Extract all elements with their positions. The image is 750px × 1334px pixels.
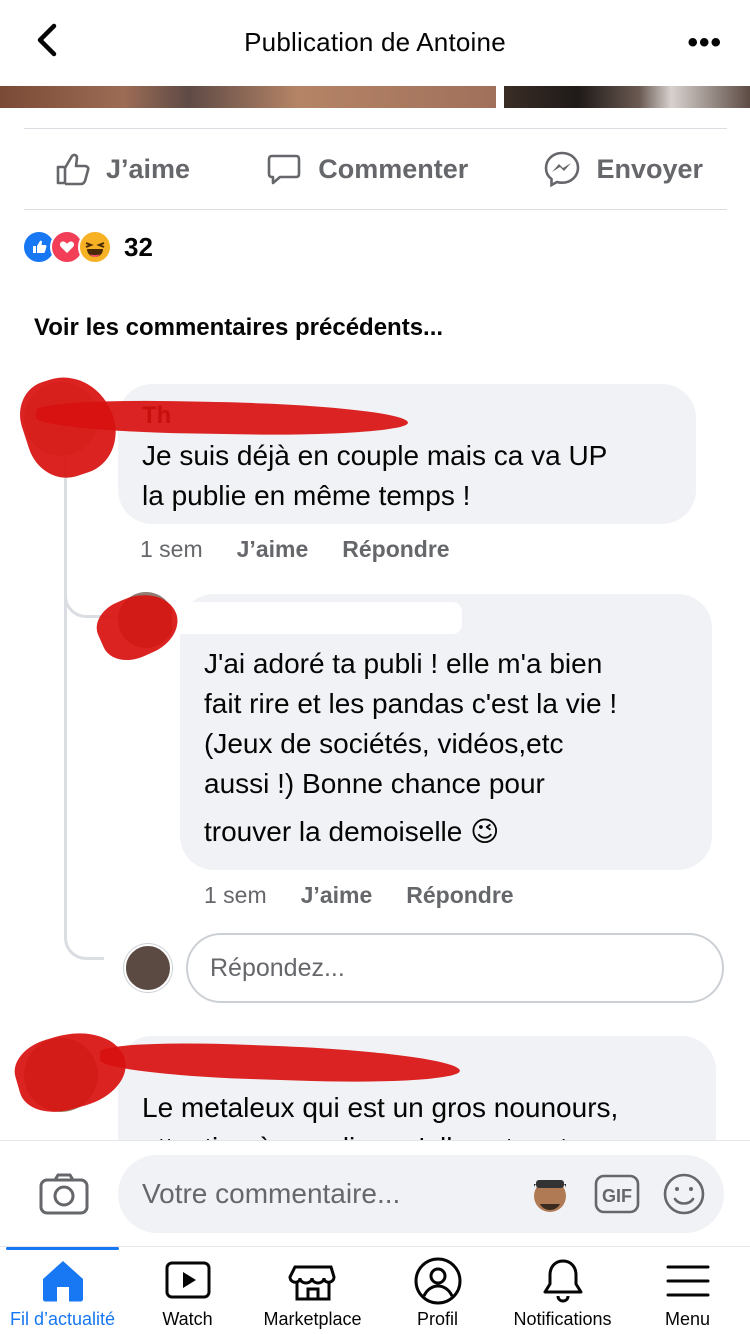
post-photo-2[interactable] <box>504 86 750 108</box>
avatar-sticker-icon[interactable] <box>528 1170 572 1218</box>
post-action-bar: J’aime Commenter Envoyer <box>24 128 727 210</box>
tab-marketplace[interactable]: Marketplace <box>250 1247 375 1334</box>
gif-label: GIF <box>602 1186 632 1206</box>
messenger-icon <box>545 151 580 188</box>
view-previous-comments-link[interactable]: Voir les commentaires précédents... <box>34 314 443 342</box>
post-photos[interactable] <box>0 86 750 110</box>
comment-text-line: (Jeux de sociétés, vidéos,etc <box>204 728 564 759</box>
comment-bubble[interactable]: J'ai adoré ta publi ! elle m'a bien fait… <box>172 594 712 870</box>
comment-input[interactable]: Votre commentaire... GIF <box>118 1155 724 1233</box>
watch-icon <box>165 1261 210 1299</box>
reaction-count[interactable]: 32 <box>124 232 153 263</box>
more-options-icon[interactable]: ••• <box>687 26 722 60</box>
tab-label: Fil d’actualité <box>9 1309 116 1329</box>
like-label: J’aime <box>106 153 191 184</box>
user-avatar[interactable] <box>124 944 172 992</box>
composer-icons: GIF <box>528 1155 706 1233</box>
comment-text-line: fait rire et les pandas c'est la vie ! <box>204 688 618 719</box>
send-label: Envoyer <box>596 153 703 184</box>
comment-text-line: Le metaleux qui est un gros nounours, <box>142 1092 619 1123</box>
comment-composer: Votre commentaire... GIF <box>0 1140 750 1248</box>
thread-line <box>64 440 104 960</box>
home-icon <box>42 1261 83 1302</box>
comment-reply-button[interactable]: Répondre <box>342 536 449 563</box>
comment-reply-button[interactable]: Répondre <box>406 882 513 909</box>
tab-label: Notifications <box>513 1309 612 1329</box>
tab-notifications[interactable]: Notifications <box>500 1247 625 1334</box>
marketplace-icon <box>287 1265 336 1301</box>
haha-reaction-icon <box>78 230 112 264</box>
tab-label: Watch <box>162 1309 213 1329</box>
send-button[interactable]: Envoyer <box>542 149 703 189</box>
comment-text-line: aussi !) Bonne chance pour <box>204 768 545 799</box>
comment-like-button[interactable]: J’aime <box>301 882 373 909</box>
comment-like-button[interactable]: J’aime <box>237 536 309 563</box>
post-photo-1[interactable] <box>0 86 496 108</box>
menu-icon <box>666 1265 709 1297</box>
comment-text-line: Je suis déjà en couple mais ca va UP <box>142 440 608 471</box>
tab-label: Marketplace <box>263 1309 362 1329</box>
emoji-picker-icon[interactable] <box>662 1172 706 1216</box>
tab-label: Profil <box>416 1309 458 1329</box>
comment-icon <box>267 154 301 185</box>
reaction-summary[interactable]: 32 <box>22 230 153 264</box>
comment-button[interactable]: Commenter <box>264 149 468 189</box>
comment-meta: 1 sem J’aime Répondre <box>204 882 514 909</box>
back-arrow-icon[interactable] <box>30 22 66 58</box>
camera-icon[interactable] <box>38 1171 90 1217</box>
comment-input-placeholder: Votre commentaire... <box>142 1178 401 1209</box>
comment-text-line: la publie en même temps ! <box>142 480 471 511</box>
comment-time: 1 sem <box>140 536 203 562</box>
comment-meta: 1 sem J’aime Répondre <box>140 536 450 563</box>
wink-emoji-icon: 😉 <box>470 816 500 847</box>
comment-text-line: trouver la demoiselle <box>204 816 463 847</box>
page-title: Publication de Antoine <box>244 26 506 57</box>
tab-news-feed[interactable]: Fil d’actualité <box>0 1247 125 1334</box>
tab-label: Menu <box>664 1309 711 1329</box>
comment-text-line: J'ai adoré ta publi ! elle m'a bien <box>204 648 603 679</box>
gif-icon[interactable]: GIF <box>594 1174 640 1214</box>
tab-profile[interactable]: Profil <box>375 1247 500 1334</box>
tab-menu[interactable]: Menu <box>625 1247 750 1334</box>
comment-time: 1 sem <box>204 882 267 908</box>
redaction-mark <box>7 1020 135 1122</box>
profile-icon <box>414 1257 461 1305</box>
tab-watch[interactable]: Watch <box>125 1247 250 1334</box>
top-bar: Publication de Antoine ••• <box>0 0 750 84</box>
comment-label: Commenter <box>318 153 469 184</box>
reply-placeholder: Répondez... <box>210 953 345 982</box>
redaction-mark <box>172 602 462 634</box>
reply-input[interactable]: Répondez... <box>186 933 724 1003</box>
bell-icon <box>543 1259 582 1303</box>
like-button[interactable]: J’aime <box>52 149 190 189</box>
thumbs-up-icon <box>56 153 90 186</box>
bottom-tab-bar: Fil d’actualité Watch Marketplace Profil… <box>0 1246 750 1334</box>
